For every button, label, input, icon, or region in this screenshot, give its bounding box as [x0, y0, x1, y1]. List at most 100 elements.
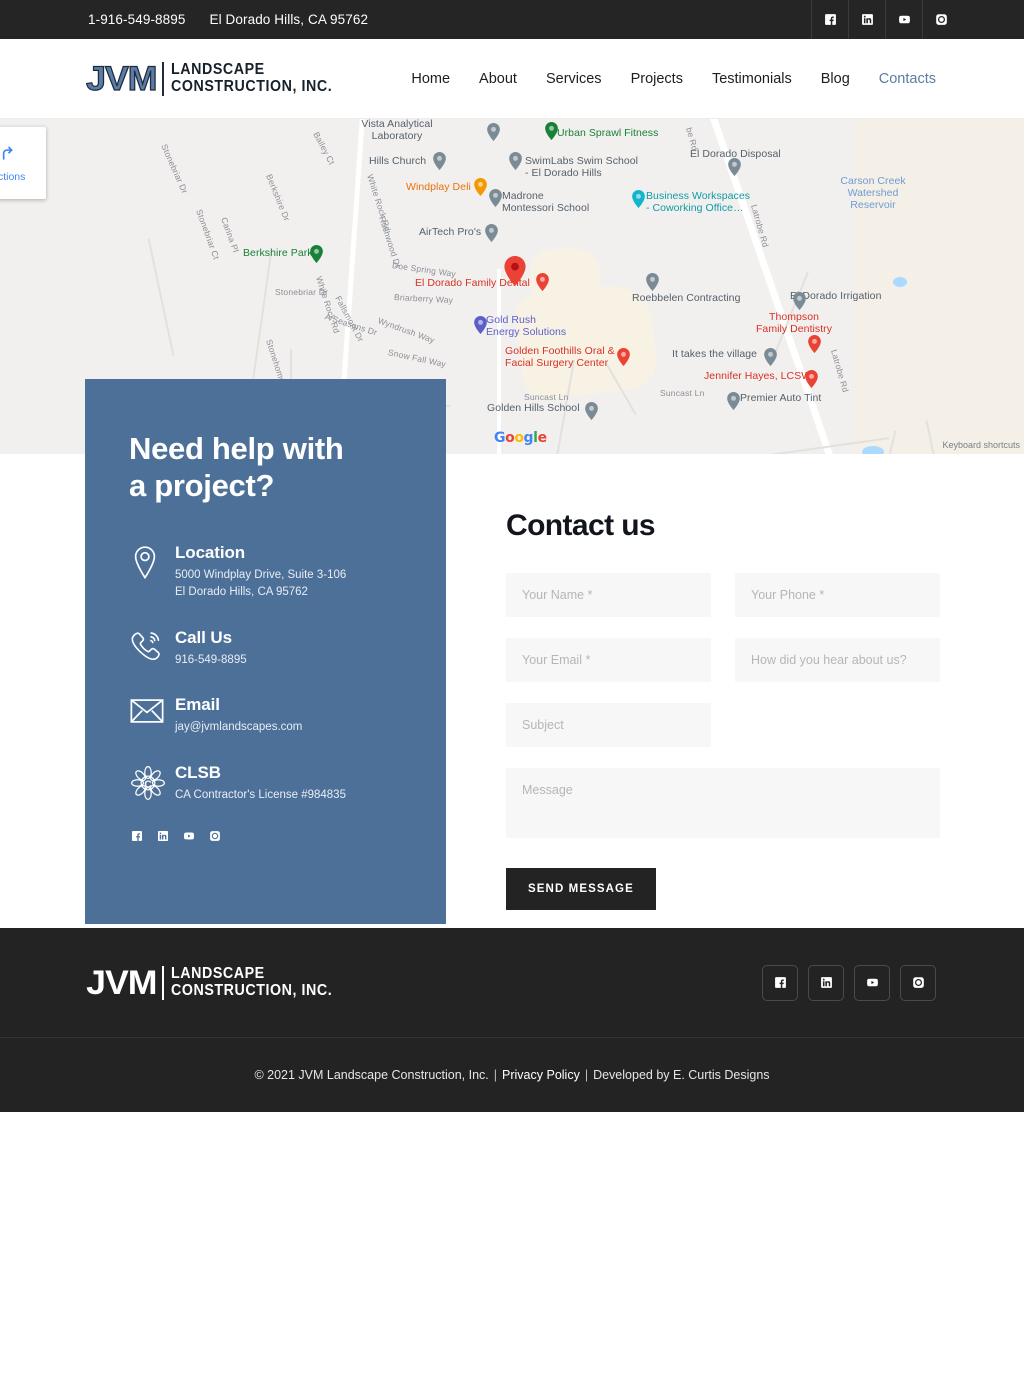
map-pin-icon[interactable]	[509, 152, 522, 170]
map-label[interactable]: Windplay Deli	[406, 181, 471, 193]
map-pin-icon[interactable]	[808, 335, 821, 353]
footer-social-links	[762, 964, 936, 1001]
map-pin-icon[interactable]	[793, 292, 806, 310]
map-pin-icon[interactable]	[646, 273, 659, 291]
footer-logo-wordmark: LANDSCAPE CONSTRUCTION, INC.	[170, 965, 346, 999]
map-label[interactable]: SwimLabs Swim School - El Dorado Hills	[525, 155, 638, 179]
instagram-link-card[interactable]	[209, 830, 221, 842]
map-label[interactable]: Golden Hills School	[487, 402, 580, 414]
info-heading-location: Location	[175, 543, 246, 563]
map-label[interactable]: It takes the village	[672, 348, 757, 360]
footer-logo-line-2: CONSTRUCTION, INC.	[170, 981, 333, 999]
footer-separator-2: |	[584, 1068, 589, 1082]
main-navigation: Home About Services Projects Testimonial…	[411, 71, 936, 87]
map-label[interactable]: Business Workspaces - Coworking Office…	[646, 190, 750, 214]
nav-item-about[interactable]: About	[479, 71, 517, 87]
map-pin-icon[interactable]	[764, 348, 777, 366]
instagram-link-footer[interactable]	[900, 964, 936, 1001]
map-label[interactable]: Hills Church	[369, 155, 426, 167]
contact-form-column: Contact us SEND MESSAGE	[506, 454, 942, 910]
map-pin-icon[interactable]	[310, 245, 323, 263]
facebook-link-card[interactable]	[131, 830, 143, 842]
info-heading-email: Email	[175, 695, 220, 715]
map-pin-icon[interactable]	[485, 224, 498, 242]
map-pin-icon[interactable]	[536, 273, 549, 291]
form-spacer	[735, 703, 940, 768]
keyboard-shortcuts-label[interactable]: Keyboard shortcuts	[942, 440, 1020, 450]
map-label[interactable]: Thompson Family Dentistry	[756, 311, 832, 335]
nav-item-home[interactable]: Home	[411, 71, 450, 87]
map-pin-icon[interactable]	[487, 123, 500, 141]
map-pin-icon[interactable]	[585, 402, 598, 420]
map-label[interactable]: Carson Creek Watershed Reservoir	[840, 175, 905, 211]
directions-card[interactable]: rections	[0, 127, 46, 199]
map-pin-icon[interactable]	[545, 122, 558, 140]
map-label[interactable]: Urban Sprawl Fitness	[557, 127, 658, 139]
map-pin-icon[interactable]	[433, 152, 446, 170]
info-item-call: Call Us 916-549-8895	[129, 627, 406, 669]
map-label[interactable]: Vista Analytical Laboratory	[361, 119, 432, 142]
map-landmass-east	[855, 119, 1024, 454]
info-text-clsb: CLSB CA Contractor's License #984835	[175, 762, 346, 804]
info-lines-call[interactable]: 916-549-8895	[175, 652, 247, 669]
contact-section: Need help with a project? Location 5000 …	[0, 379, 1024, 928]
phone-input[interactable]	[735, 573, 940, 617]
nav-item-projects[interactable]: Projects	[631, 71, 683, 87]
map-label[interactable]: Madrone Montessori School	[502, 190, 589, 214]
info-item-clsb: C CLSB CA Contractor's License #984835	[129, 762, 406, 804]
nav-item-services[interactable]: Services	[546, 71, 602, 87]
map-pin-icon[interactable]	[632, 190, 645, 208]
instagram-link-topbar[interactable]	[922, 0, 959, 39]
site-footer: JVM LANDSCAPE CONSTRUCTION, INC. © 2021 …	[0, 928, 1024, 1112]
nav-item-testimonials[interactable]: Testimonials	[712, 71, 792, 87]
directions-icon	[0, 143, 17, 168]
google-watermark: Google	[494, 430, 547, 446]
map-label[interactable]: Jennifer Hayes, LCSW	[704, 370, 811, 382]
map-label[interactable]: Gold Rush Energy Solutions	[486, 314, 566, 338]
youtube-link-topbar[interactable]	[885, 0, 922, 39]
privacy-policy-link[interactable]: Privacy Policy	[502, 1068, 580, 1082]
map-label[interactable]: Golden Foothills Oral & Facial Surgery C…	[505, 345, 615, 369]
map-pin-icon[interactable]	[474, 178, 487, 196]
svg-text:C: C	[144, 779, 152, 790]
info-item-location: Location 5000 Windplay Drive, Suite 3-10…	[129, 542, 406, 600]
linkedin-link-topbar[interactable]	[848, 0, 885, 39]
linkedin-link-footer[interactable]	[808, 964, 844, 1001]
linkedin-icon	[820, 976, 833, 989]
map-pin-icon[interactable]	[728, 158, 741, 176]
info-lines-email[interactable]: jay@jvmlandscapes.com	[175, 719, 302, 736]
map-pin-icon[interactable]	[727, 392, 740, 410]
subject-input[interactable]	[506, 703, 711, 747]
top-bar-phone[interactable]: 1-916-549-8895	[88, 12, 185, 27]
name-input[interactable]	[506, 573, 711, 617]
message-textarea[interactable]	[506, 768, 940, 838]
map-marker-jvm-location[interactable]	[504, 256, 526, 286]
youtube-link-footer[interactable]	[854, 964, 890, 1001]
map-label[interactable]: Roebbelen Contracting	[632, 292, 740, 304]
info-item-email: Email jay@jvmlandscapes.com	[129, 694, 406, 736]
site-logo[interactable]: JVM LANDSCAPE CONSTRUCTION, INC.	[86, 61, 346, 96]
facebook-link-footer[interactable]	[762, 964, 798, 1001]
youtube-link-card[interactable]	[183, 830, 195, 842]
map-water-2	[862, 446, 884, 454]
contact-info-card: Need help with a project? Location 5000 …	[85, 379, 446, 924]
map-pin-icon[interactable]	[489, 189, 502, 207]
footer-logo-line-1: LANDSCAPE	[170, 965, 265, 983]
nav-item-contacts[interactable]: Contacts	[879, 71, 936, 87]
facebook-link-topbar[interactable]	[811, 0, 848, 39]
referral-source-input[interactable]	[735, 638, 940, 682]
footer-separator-1: |	[493, 1068, 498, 1082]
map-pin-icon[interactable]	[805, 370, 818, 388]
nav-item-blog[interactable]: Blog	[821, 71, 850, 87]
map-label[interactable]: Premier Auto Tint	[740, 392, 821, 404]
map-label[interactable]: AirTech Pro's	[419, 226, 481, 238]
footer-logo[interactable]: JVM LANDSCAPE CONSTRUCTION, INC.	[86, 965, 346, 1000]
linkedin-link-card[interactable]	[157, 830, 169, 842]
map-pin-icon[interactable]	[617, 348, 630, 366]
map-label[interactable]: Berkshire Park	[243, 247, 313, 259]
map-label[interactable]: Suncast Ln	[660, 388, 705, 399]
map-pin-icon[interactable]	[474, 316, 487, 334]
email-input[interactable]	[506, 638, 711, 682]
envelope-icon	[129, 694, 175, 726]
send-message-button[interactable]: SEND MESSAGE	[506, 868, 656, 910]
